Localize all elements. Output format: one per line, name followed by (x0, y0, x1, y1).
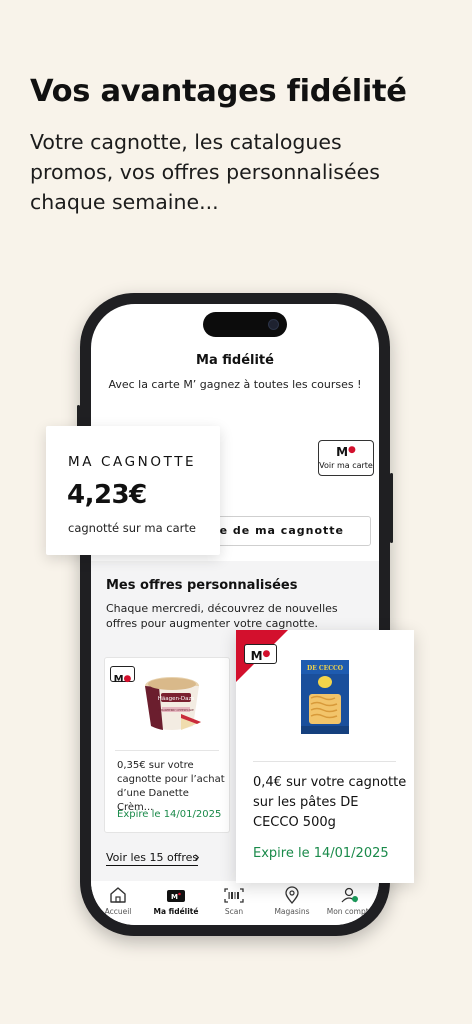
tab-label: Scan (224, 907, 244, 916)
view-card-button[interactable]: M● Voir ma carte (318, 440, 374, 476)
m-logo-icon: M● (336, 445, 356, 459)
tab-label: Magasins (274, 907, 310, 916)
chevron-right-icon[interactable]: › (194, 848, 200, 866)
dynamic-island (203, 312, 287, 337)
bottom-tab-bar: Accueil M Ma fidélité Scan Magasins Mon … (91, 881, 379, 925)
tab-magasins[interactable]: Magasins (262, 886, 322, 916)
view-card-label: Voir ma carte (319, 461, 373, 470)
tab-scan[interactable]: Scan (204, 886, 264, 916)
offers-title: Mes offres personnalisées (106, 578, 298, 593)
svg-text:M: M (171, 893, 178, 901)
home-icon (110, 887, 126, 903)
hero-title: Vos avantages fidélité (30, 74, 407, 109)
tab-accueil[interactable]: Accueil (91, 886, 148, 916)
loyalty-card-icon: M (167, 890, 185, 902)
barcode-icon (224, 888, 244, 903)
ice-cream-tub-image: Häagen-Dazs STRAWBERRY CHEESECAKE (145, 677, 201, 730)
m-badge-icon: M● (110, 666, 135, 685)
svg-text:DE CECCO: DE CECCO (307, 665, 343, 672)
user-icon (341, 887, 358, 903)
cagnotte-amount: 4,23€ (67, 480, 147, 510)
cagnotte-note: cagnotté sur ma carte (68, 521, 196, 535)
pasta-box-image: DE CECCO (301, 660, 349, 734)
hero-subtitle: Votre cagnotte, les catalogues promos, v… (30, 130, 380, 214)
offer-divider (253, 761, 396, 762)
tab-label: Ma fidélité (153, 907, 199, 916)
offer-expiry: Expire le 14/01/2025 (253, 846, 389, 861)
featured-offer-card[interactable]: M● DE CECCO 0,4€ sur votre cagnotte sur … (236, 630, 414, 883)
tab-label: Accueil (104, 907, 132, 916)
cagnotte-card[interactable]: MA CAGNOTTE 4,23€ cagnotté sur ma carte (46, 426, 220, 555)
svg-text:STRAWBERRY CHEESECAKE: STRAWBERRY CHEESECAKE (158, 708, 194, 712)
m-badge-icon: M● (244, 644, 277, 664)
offer-description: 0,35€ sur votre cagnotte pour l’achat d’… (117, 760, 225, 813)
phone-power-button (390, 473, 393, 543)
offers-description: Chaque mercredi, découvrez de nouvelles … (106, 602, 338, 630)
offer-divider (115, 750, 219, 751)
location-pin-icon (285, 886, 299, 904)
tab-label: Mon compte (326, 907, 374, 916)
svg-text:Häagen-Dazs: Häagen-Dazs (158, 696, 195, 702)
offer-expiry: Expire le 14/01/2025 (117, 809, 222, 820)
tab-mon-compte[interactable]: Mon compte (320, 886, 379, 916)
offer-description: 0,4€ sur votre cagnotte sur les pâtes DE… (253, 775, 407, 830)
cagnotte-title: MA CAGNOTTE (68, 454, 197, 470)
screen-title: Ma fidélité (196, 353, 274, 368)
see-all-offers-link[interactable]: Voir les 15 offres (106, 851, 199, 866)
tab-ma-fidelite[interactable]: M Ma fidélité (146, 886, 206, 916)
screen-subtitle: Avec la carte M’ gagnez à toutes les cou… (108, 378, 362, 391)
camera-icon (268, 319, 279, 330)
offer-card[interactable]: M● Häagen-Dazs STRAWBERRY CHEESECAKE 0,3… (104, 657, 230, 833)
